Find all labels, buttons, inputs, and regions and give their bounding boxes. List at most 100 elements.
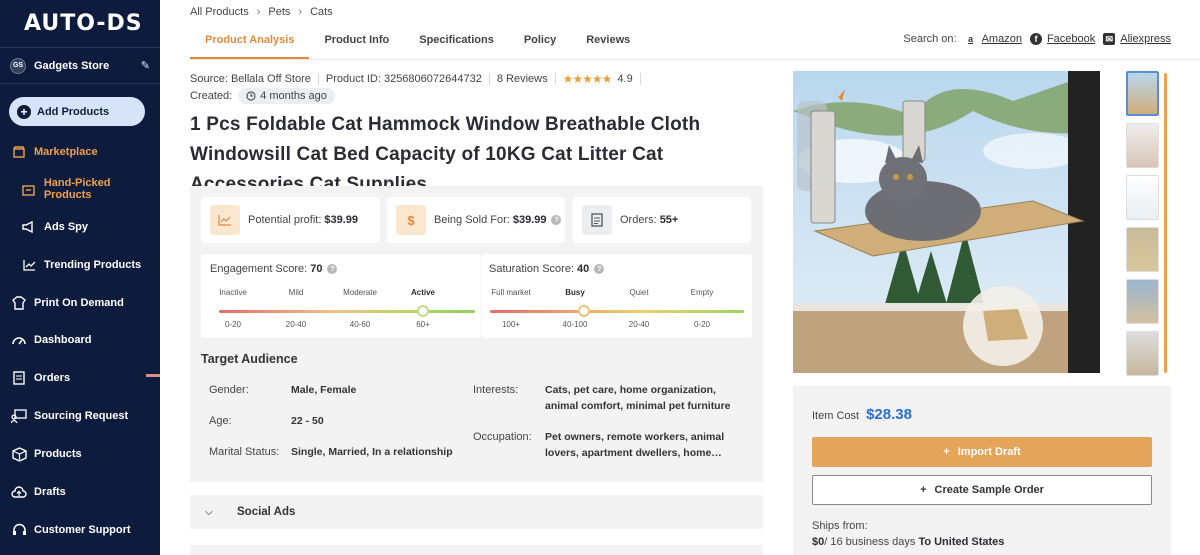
level-label: Empty — [690, 288, 714, 297]
print-icon — [10, 294, 28, 312]
aliexpress-link[interactable]: ✉ Aliexpress — [1103, 33, 1171, 45]
occupation-value: Pet owners, remote workers, animal lover… — [545, 431, 725, 459]
orders-card: Orders: 55+ — [573, 197, 751, 243]
sidebar-item-label: Print On Demand — [34, 297, 124, 309]
product-main-image[interactable] — [793, 71, 1100, 373]
import-draft-label: Import Draft — [957, 446, 1021, 458]
breadcrumb-separator: › — [256, 6, 261, 18]
tab-specifications[interactable]: Specifications — [404, 30, 509, 60]
add-products-button[interactable]: + Add Products — [9, 97, 145, 126]
range-label: 20-40 — [285, 320, 307, 329]
tab-product-analysis[interactable]: Product Analysis — [190, 30, 310, 60]
ships-from-label: Ships from: — [812, 520, 868, 532]
social-ads-accordion[interactable]: ⌵ Social Ads — [190, 495, 763, 529]
tab-reviews[interactable]: Reviews — [571, 30, 645, 60]
reviews-count[interactable]: 8 Reviews — [497, 73, 548, 85]
profit-label: Potential profit: — [248, 214, 322, 226]
range-label: 100+ — [501, 320, 521, 329]
plus-icon: + — [943, 446, 950, 458]
store-selector[interactable]: GS Gadgets Store ✎ — [0, 48, 160, 84]
app-logo[interactable]: AUTO-DS — [0, 0, 160, 48]
thumbnail-1[interactable] — [1126, 71, 1159, 116]
level-label: Full market — [491, 288, 531, 297]
thumbnail-3[interactable] — [1126, 175, 1159, 220]
saturation-gauge-bar — [490, 310, 744, 313]
sidebar-item-customer-support[interactable]: Customer Support — [0, 518, 160, 542]
scroll-marker — [146, 374, 160, 377]
divider — [554, 73, 556, 85]
breadcrumb-separator: › — [298, 6, 303, 18]
item-cost: Item Cost $28.38 — [812, 406, 912, 423]
saturation-label: Saturation Score: — [489, 263, 574, 275]
help-icon[interactable]: ? — [327, 264, 338, 274]
tab-divider — [190, 59, 1200, 60]
add-products-label: Add Products — [37, 105, 110, 118]
sold-label: Being Sold For: — [434, 214, 510, 226]
facebook-label: Facebook — [1046, 33, 1096, 45]
sidebar-item-dashboard[interactable]: Dashboard — [0, 328, 160, 352]
age-value: 22 - 50 — [291, 415, 324, 427]
thumbnail-2[interactable] — [1126, 123, 1159, 168]
box-icon — [20, 180, 38, 198]
product-tabs: Product Analysis Product Info Specificat… — [190, 30, 645, 60]
sidebar-item-label: Sourcing Request — [34, 410, 129, 422]
sidebar-item-label: Trending Products — [44, 259, 142, 271]
sidebar-item-print-on-demand[interactable]: Print On Demand — [0, 291, 160, 315]
breadcrumb-item[interactable]: Cats — [310, 6, 333, 18]
sidebar-item-hand-picked[interactable]: Hand-Picked Products — [0, 177, 160, 201]
breadcrumb-item[interactable]: Pets — [268, 6, 290, 18]
thumbnail-scrollbar[interactable] — [1164, 73, 1167, 373]
social-ads-label: Social Ads — [237, 506, 296, 518]
dollar-icon: $ — [396, 205, 426, 235]
level-label: Inactive — [219, 288, 247, 297]
range-label: 60+ — [416, 320, 430, 329]
sidebar-item-marketplace[interactable]: Marketplace — [0, 140, 160, 164]
engagement-header: Engagement Score: 70 ? — [210, 263, 338, 275]
range-label: 0-20 — [224, 320, 241, 329]
chart-icon — [210, 205, 240, 235]
potential-profit-card: Potential profit: $39.99 — [201, 197, 380, 243]
thumbnail-6[interactable] — [1126, 331, 1159, 376]
cat-hammock-photo — [793, 71, 1100, 373]
megaphone-icon — [20, 218, 38, 236]
sidebar-item-products[interactable]: Products — [0, 442, 160, 466]
store-avatar: GS — [10, 57, 26, 74]
sidebar-item-sourcing-request[interactable]: Sourcing Request — [0, 404, 160, 428]
import-draft-button[interactable]: + Import Draft — [812, 437, 1152, 467]
thumbnail-5[interactable] — [1126, 279, 1159, 324]
tab-product-info[interactable]: Product Info — [309, 30, 404, 60]
sidebar-item-drafts[interactable]: Drafts — [0, 480, 160, 504]
range-label: 40-100 — [562, 320, 588, 329]
create-sample-order-label: Create Sample Order — [934, 484, 1044, 496]
divider — [488, 73, 490, 85]
level-label: Active — [410, 288, 435, 297]
created-pill: 4 months ago — [238, 88, 335, 104]
help-icon[interactable]: ? — [551, 215, 562, 225]
edit-icon[interactable]: ✎ — [141, 59, 150, 72]
help-icon[interactable]: ? — [594, 264, 605, 274]
amazon-label: Amazon — [981, 33, 1022, 45]
cloud-upload-icon — [10, 483, 28, 501]
create-sample-order-button[interactable]: + Create Sample Order — [812, 475, 1152, 505]
tab-policy[interactable]: Policy — [509, 30, 571, 60]
product-id: Product ID: 3256806072644732 — [325, 73, 482, 85]
source-store[interactable]: Source: Bellala Off Store — [190, 73, 311, 85]
facebook-link[interactable]: f Facebook — [1029, 33, 1096, 45]
breadcrumb-item[interactable]: All Products — [190, 6, 249, 18]
sidebar-item-trending[interactable]: Trending Products — [0, 253, 160, 277]
divider — [639, 73, 641, 85]
shipping-destination: To United States — [918, 536, 1005, 548]
gender-value: Male, Female — [291, 384, 357, 396]
sidebar-item-ads-spy[interactable]: Ads Spy — [0, 215, 160, 239]
sidebar-item-label: Ads Spy — [44, 221, 89, 233]
sidebar-item-orders[interactable]: Orders — [0, 366, 160, 390]
marital-status-value: Single, Married, In a relationship — [291, 446, 453, 458]
trending-icon — [20, 256, 38, 274]
breadcrumb: All Products › Pets › Cats — [190, 6, 333, 18]
level-label: Moderate — [343, 288, 377, 297]
search-on-label: Search on: — [903, 33, 957, 45]
thumbnail-4[interactable] — [1126, 227, 1159, 272]
sold-value: $39.99 — [512, 214, 547, 226]
amazon-link[interactable]: a Amazon — [965, 33, 1022, 45]
level-label: Mild — [288, 288, 304, 297]
